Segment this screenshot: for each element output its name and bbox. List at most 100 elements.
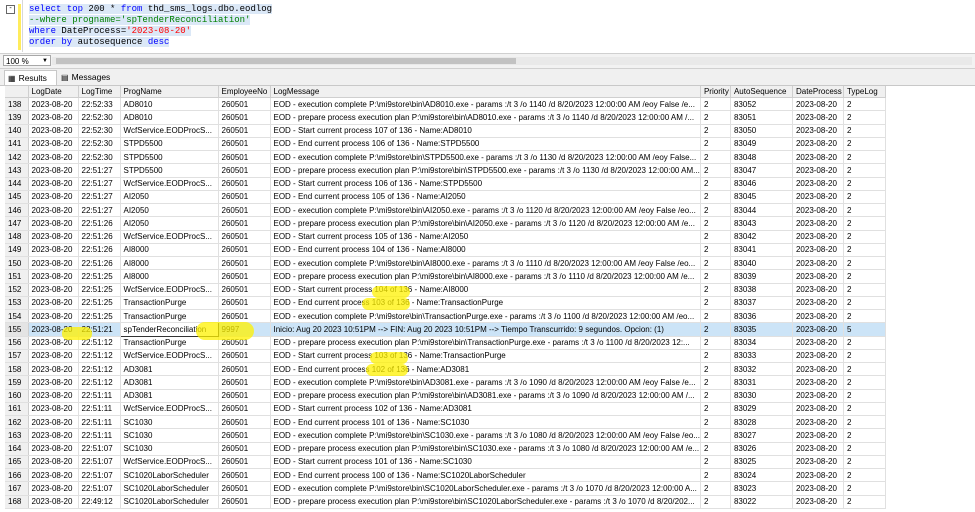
table-cell[interactable]: 2 xyxy=(700,428,731,443)
table-cell[interactable]: 22:51:07 xyxy=(78,481,121,496)
table-cell[interactable]: WcfService.EODProcS... xyxy=(120,124,219,138)
table-row[interactable]: 155 2023-08-20 22:51:21 spTenderReconciliat… xyxy=(5,322,886,337)
row-number[interactable]: 147 xyxy=(5,216,29,231)
table-cell[interactable]: SC1030 xyxy=(120,442,219,456)
table-cell[interactable]: EOD - End current process 102 of 136 - N… xyxy=(270,362,701,377)
table-cell[interactable]: 2 xyxy=(843,428,886,443)
table-cell[interactable]: EOD - Start current process 103 of 136 -… xyxy=(270,349,701,364)
table-cell[interactable]: 83030 xyxy=(730,389,793,403)
table-cell[interactable]: EOD - Start current process 107 of 136 -… xyxy=(270,124,701,138)
table-cell[interactable]: 2 xyxy=(700,177,731,191)
table-cell[interactable]: 2023-08-20 xyxy=(28,349,79,364)
collapse-icon[interactable]: - xyxy=(6,5,15,14)
table-cell[interactable]: 22:51:11 xyxy=(78,402,121,417)
table-cell[interactable]: 2023-08-20 xyxy=(28,177,79,191)
table-cell[interactable]: 260501 xyxy=(218,150,271,165)
table-cell[interactable]: 83047 xyxy=(730,163,793,178)
table-cell[interactable]: 22:51:25 xyxy=(78,269,121,284)
table-cell[interactable]: EOD - execution complete P:\mi9store\bin… xyxy=(270,97,701,112)
table-cell[interactable]: 2 xyxy=(843,495,886,509)
table-cell[interactable]: 83048 xyxy=(730,150,793,165)
table-cell[interactable]: EOD - execution complete P:\mi9store\bin… xyxy=(270,428,701,443)
table-cell[interactable]: 2023-08-20 xyxy=(28,481,79,496)
row-number[interactable]: 146 xyxy=(5,203,29,218)
row-number[interactable]: 140 xyxy=(5,124,29,138)
table-row[interactable]: 139 2023-08-20 22:52:30 AD8010 260501 EOD - p… xyxy=(5,110,886,125)
table-cell[interactable]: 260501 xyxy=(218,97,271,112)
table-cell[interactable]: 260501 xyxy=(218,177,271,191)
table-cell[interactable]: 2 xyxy=(843,177,886,191)
table-cell[interactable]: EOD - execution complete P:\mi9store\bin… xyxy=(270,309,701,324)
table-cell[interactable]: SC1030 xyxy=(120,415,219,430)
table-row[interactable]: 141 2023-08-20 22:52:30 STPD5500 260501 EOD -… xyxy=(5,137,886,152)
row-number[interactable]: 160 xyxy=(5,389,29,403)
table-cell[interactable]: 260501 xyxy=(218,243,271,258)
row-number[interactable]: 139 xyxy=(5,110,29,125)
table-cell[interactable]: EOD - Start current process 101 of 136 -… xyxy=(270,455,701,470)
row-number[interactable]: 161 xyxy=(5,402,29,417)
table-cell[interactable]: 83023 xyxy=(730,481,793,496)
table-cell[interactable]: EOD - prepare process execution plan P:\… xyxy=(270,336,701,350)
table-cell[interactable]: 2023-08-20 xyxy=(28,150,79,165)
table-cell[interactable]: 22:51:27 xyxy=(78,190,121,205)
table-cell[interactable]: 2023-08-20 xyxy=(792,216,844,231)
row-number[interactable]: 145 xyxy=(5,190,29,205)
table-cell[interactable]: 2 xyxy=(700,296,731,311)
table-cell[interactable]: 260501 xyxy=(218,495,271,509)
table-cell[interactable]: TransactionPurge xyxy=(120,309,219,324)
table-cell[interactable]: 2023-08-20 xyxy=(792,428,844,443)
table-cell[interactable]: 260501 xyxy=(218,375,271,390)
table-cell[interactable]: EOD - prepare process execution plan P:\… xyxy=(270,389,701,403)
table-cell[interactable]: 2 xyxy=(843,442,886,456)
table-cell[interactable]: 2 xyxy=(843,309,886,324)
table-cell[interactable]: 260501 xyxy=(218,203,271,218)
horizontal-scrollbar[interactable] xyxy=(52,57,972,65)
table-cell[interactable]: 2 xyxy=(843,269,886,284)
table-row[interactable]: 161 2023-08-20 22:51:11 WcfService.EODProcS… xyxy=(5,402,886,417)
table-cell[interactable]: 2023-08-20 xyxy=(792,349,844,364)
table-cell[interactable]: 83042 xyxy=(730,230,793,244)
table-row[interactable]: 144 2023-08-20 22:51:27 WcfService.EODProcS… xyxy=(5,177,886,191)
table-cell[interactable]: Inicio: Aug 20 2023 10:51PM --> FIN: Aug… xyxy=(270,322,701,337)
table-cell[interactable]: 2 xyxy=(843,349,886,364)
table-row[interactable]: 147 2023-08-20 22:51:26 AI2050 260501 EOD - p… xyxy=(5,216,886,231)
table-cell[interactable]: 260501 xyxy=(218,455,271,470)
table-cell[interactable]: 2023-08-20 xyxy=(792,322,844,337)
table-cell[interactable]: AI2050 xyxy=(120,190,219,205)
table-cell[interactable]: 22:51:11 xyxy=(78,415,121,430)
table-cell[interactable]: 2 xyxy=(700,203,731,218)
table-cell[interactable]: 22:51:27 xyxy=(78,163,121,178)
table-cell[interactable]: 2023-08-20 xyxy=(792,110,844,125)
table-cell[interactable]: 83034 xyxy=(730,336,793,350)
row-number[interactable]: 157 xyxy=(5,349,29,364)
row-number[interactable]: 155 xyxy=(5,322,29,337)
table-cell[interactable]: 2 xyxy=(843,402,886,417)
table-cell[interactable]: 83040 xyxy=(730,256,793,271)
table-cell[interactable]: 22:51:11 xyxy=(78,389,121,403)
table-cell[interactable]: 2 xyxy=(843,230,886,244)
table-cell[interactable]: 2023-08-20 xyxy=(792,230,844,244)
table-cell[interactable]: 2 xyxy=(843,243,886,258)
column-header[interactable]: DateProcess xyxy=(792,86,844,98)
table-row[interactable]: 152 2023-08-20 22:51:25 WcfService.EODProcS… xyxy=(5,283,886,297)
table-cell[interactable]: 2 xyxy=(700,402,731,417)
table-cell[interactable]: 2023-08-20 xyxy=(28,415,79,430)
table-cell[interactable]: EOD - execution complete P:\mi9store\bin… xyxy=(270,203,701,218)
row-number[interactable]: 151 xyxy=(5,269,29,284)
table-cell[interactable]: 2023-08-20 xyxy=(792,190,844,205)
table-row[interactable]: 160 2023-08-20 22:51:11 AD3081 260501 EOD - p… xyxy=(5,389,886,403)
table-cell[interactable]: 22:51:12 xyxy=(78,362,121,377)
column-header[interactable]: Priority xyxy=(700,86,731,98)
table-cell[interactable]: 2 xyxy=(700,243,731,258)
table-cell[interactable]: 260501 xyxy=(218,389,271,403)
table-cell[interactable]: EOD - prepare process execution plan P:\… xyxy=(270,269,701,284)
table-row[interactable]: 140 2023-08-20 22:52:30 WcfService.EODProcS… xyxy=(5,124,886,138)
table-cell[interactable]: 2 xyxy=(843,389,886,403)
table-cell[interactable]: AI8000 xyxy=(120,269,219,284)
table-cell[interactable]: 2023-08-20 xyxy=(28,124,79,138)
table-row[interactable]: 164 2023-08-20 22:51:07 SC1030 260501 EOD - p… xyxy=(5,442,886,456)
table-cell[interactable]: STPD5500 xyxy=(120,150,219,165)
table-cell[interactable]: 260501 xyxy=(218,349,271,364)
table-cell[interactable]: 22:52:33 xyxy=(78,97,121,112)
table-cell[interactable]: SC1020LaborScheduler xyxy=(120,495,219,509)
